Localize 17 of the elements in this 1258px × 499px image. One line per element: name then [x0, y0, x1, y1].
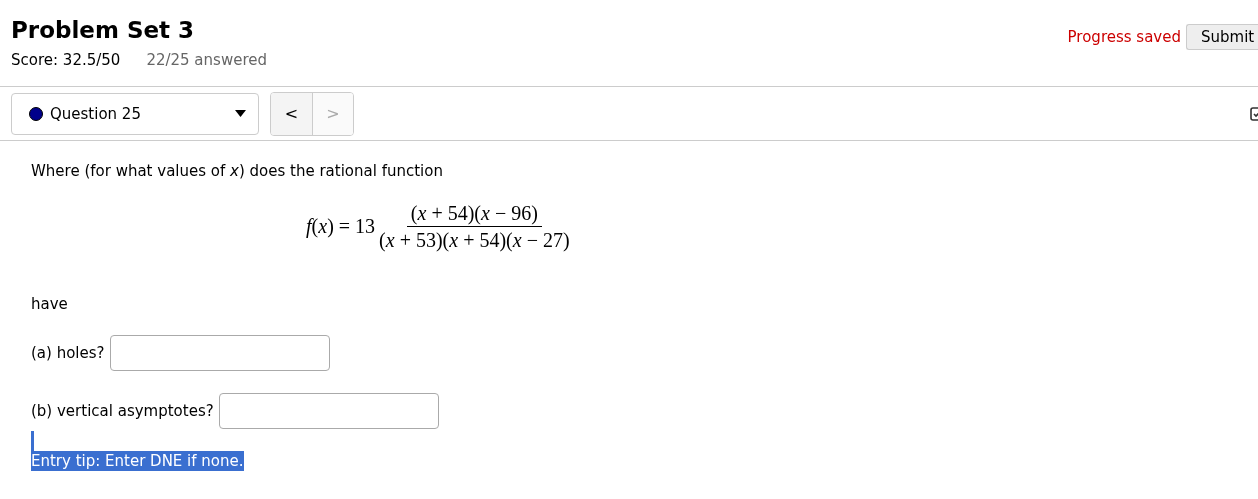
question-select[interactable]: Question 25 [11, 92, 259, 135]
page-title: Problem Set 3 [11, 16, 196, 45]
part-label: (a) holes? [31, 344, 105, 362]
question-text: have [31, 295, 69, 313]
save-status: Progress saved [1067, 28, 1181, 46]
submit-button[interactable]: Submit [1186, 24, 1258, 50]
answered-count: 22/25 answered [146, 51, 267, 69]
answer-field[interactable] [109, 335, 330, 371]
caret-icon [235, 109, 246, 118]
question-text: Where (for what values of x) does the rational function [31, 162, 444, 180]
answer-field[interactable] [218, 393, 439, 429]
rational-function-formula: f(x) = 13 (x + 54)(x − 96) (x + 53)(x + 54)(x − 27) [306, 200, 571, 253]
score-text: Score: 32.5/50 [11, 51, 121, 69]
previous-button[interactable]: < [271, 92, 312, 135]
entry-tip: Entry tip: Enter DNE if none. [31, 451, 244, 471]
selection-bar [31, 431, 34, 451]
part-label: (b) vertical asymptotes? [31, 402, 214, 420]
